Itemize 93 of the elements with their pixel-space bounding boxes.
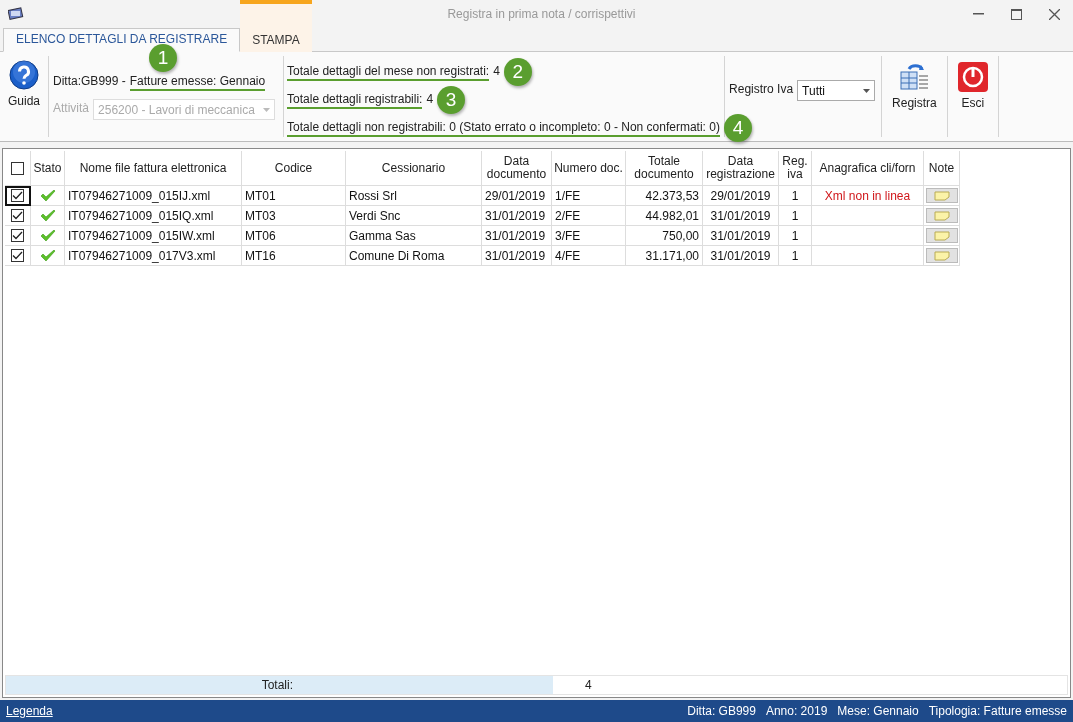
tab[interactable]: STAMPA	[240, 0, 312, 52]
column-header: Data registrazione	[703, 151, 779, 186]
table-cell: 44.982,01	[626, 206, 703, 226]
table-cell: 31/01/2019	[703, 246, 779, 266]
total-label: Totale dettagli del mese non registrati:	[287, 63, 490, 81]
table-cell: IT07946271009_015IW.xml	[65, 226, 242, 246]
table-cell: 1	[779, 206, 812, 226]
check-icon	[39, 209, 56, 222]
table-cell: 31/01/2019	[703, 226, 779, 246]
table-cell: 31/01/2019	[482, 206, 552, 226]
column-header: Note	[924, 151, 960, 186]
checkbox[interactable]	[11, 229, 24, 242]
table-cell: IT07946271009_015IQ.xml	[65, 206, 242, 226]
check-icon	[39, 189, 56, 202]
table-cell: Verdi Snc	[346, 206, 482, 226]
check-icon	[39, 249, 56, 262]
column-header: Data documento	[482, 151, 552, 186]
column-header: Anagrafica cli/forn	[812, 151, 924, 186]
status-text: Ditta: GB999	[687, 704, 756, 718]
power-icon	[957, 62, 988, 92]
table-cell: 29/01/2019	[482, 186, 552, 206]
table-cell: 31/01/2019	[482, 226, 552, 246]
column-header: Nome file fattura elettronica	[65, 151, 242, 186]
table-cell: 2/FE	[552, 206, 626, 226]
table-icon	[899, 62, 930, 92]
table-cell: 4/FE	[552, 246, 626, 266]
note-icon	[933, 190, 950, 201]
table-cell: 1	[779, 186, 812, 206]
callout-badge: 3	[437, 86, 466, 114]
check-icon	[39, 229, 56, 242]
company-text: Ditta:GB999 -	[53, 74, 126, 90]
legend-link[interactable]: Legenda	[6, 704, 53, 718]
minimize-icon	[972, 13, 984, 15]
callout-badge: 4	[723, 114, 752, 142]
table-cell: MT16	[242, 246, 346, 266]
window-title: Registra in prima nota / corrispettivi	[446, 7, 637, 21]
table-cell: 42.373,53	[626, 186, 703, 206]
table-cell: 31/01/2019	[482, 246, 552, 266]
caret-icon	[863, 88, 871, 93]
column-header: Totale documento	[626, 151, 703, 186]
help-icon	[9, 60, 39, 90]
note-icon	[933, 250, 950, 261]
table-cell: MT03	[242, 206, 346, 226]
table-cell: 31.171,00	[626, 246, 703, 266]
checkbox[interactable]	[11, 249, 24, 262]
table-cell: 1/FE	[552, 186, 626, 206]
app-icon	[8, 7, 24, 21]
tab[interactable]: ELENCO DETTAGLI DA REGISTRARE	[3, 28, 241, 52]
company-text: Fatture emesse: Gennaio	[129, 74, 266, 91]
totals-value: 4	[585, 678, 592, 692]
field-label: Registro Iva	[729, 82, 794, 98]
column-header: Cessionario	[346, 151, 482, 186]
status-text: Mese: Gennaio	[837, 704, 919, 718]
note-icon	[933, 210, 950, 221]
table-cell: 3/FE	[552, 226, 626, 246]
field-label: Attività	[53, 101, 90, 117]
table-cell: Xml non in linea	[812, 186, 924, 206]
table-cell: MT01	[242, 186, 346, 206]
checkbox[interactable]	[11, 209, 24, 222]
table-cell: IT07946271009_017V3.xml	[65, 246, 242, 266]
help-button[interactable]: Guida	[4, 58, 45, 110]
total-label: Totale dettagli registrabili:	[287, 91, 423, 109]
column-header: Codice	[242, 151, 346, 186]
callout-badge: 2	[503, 58, 532, 86]
table-cell: IT07946271009_015IJ.xml	[65, 186, 242, 206]
table-cell: MT06	[242, 226, 346, 246]
caret-icon	[263, 107, 271, 112]
total-value: 4	[493, 63, 500, 80]
status-text: Anno: 2019	[765, 704, 828, 718]
total-label: Totale dettagli non registrabili: 0 (Stato errato o incompleto: 0 - Non confermati: 0)	[287, 119, 720, 137]
table-cell: 750,00	[626, 226, 703, 246]
checkbox[interactable]	[11, 161, 24, 175]
table-cell: Comune Di Roma	[346, 246, 482, 266]
register-button[interactable]: Registra	[888, 60, 941, 112]
table-cell: 29/01/2019	[703, 186, 779, 206]
column-header: Stato	[31, 151, 65, 186]
column-header: Numero doc.	[552, 151, 626, 186]
table-cell: 31/01/2019	[703, 206, 779, 226]
exit-button[interactable]: Esci	[953, 60, 992, 112]
table-cell: Rossi Srl	[346, 186, 482, 206]
total-value: 4	[426, 91, 434, 108]
status-text: Tipologia: Fatture emesse	[928, 704, 1067, 718]
table-cell: 1	[779, 246, 812, 266]
callout-badge: 1	[149, 44, 178, 72]
maximize-icon	[1010, 8, 1022, 20]
table-cell: Gamma Sas	[346, 226, 482, 246]
table-cell: 1	[779, 226, 812, 246]
totals-label: Totali:	[261, 678, 293, 692]
close-icon	[1048, 8, 1060, 20]
column-header: Reg. iva	[779, 151, 812, 186]
registro-select[interactable]: Tutti	[797, 80, 876, 101]
checkbox[interactable]	[11, 189, 24, 202]
note-icon	[933, 230, 950, 241]
